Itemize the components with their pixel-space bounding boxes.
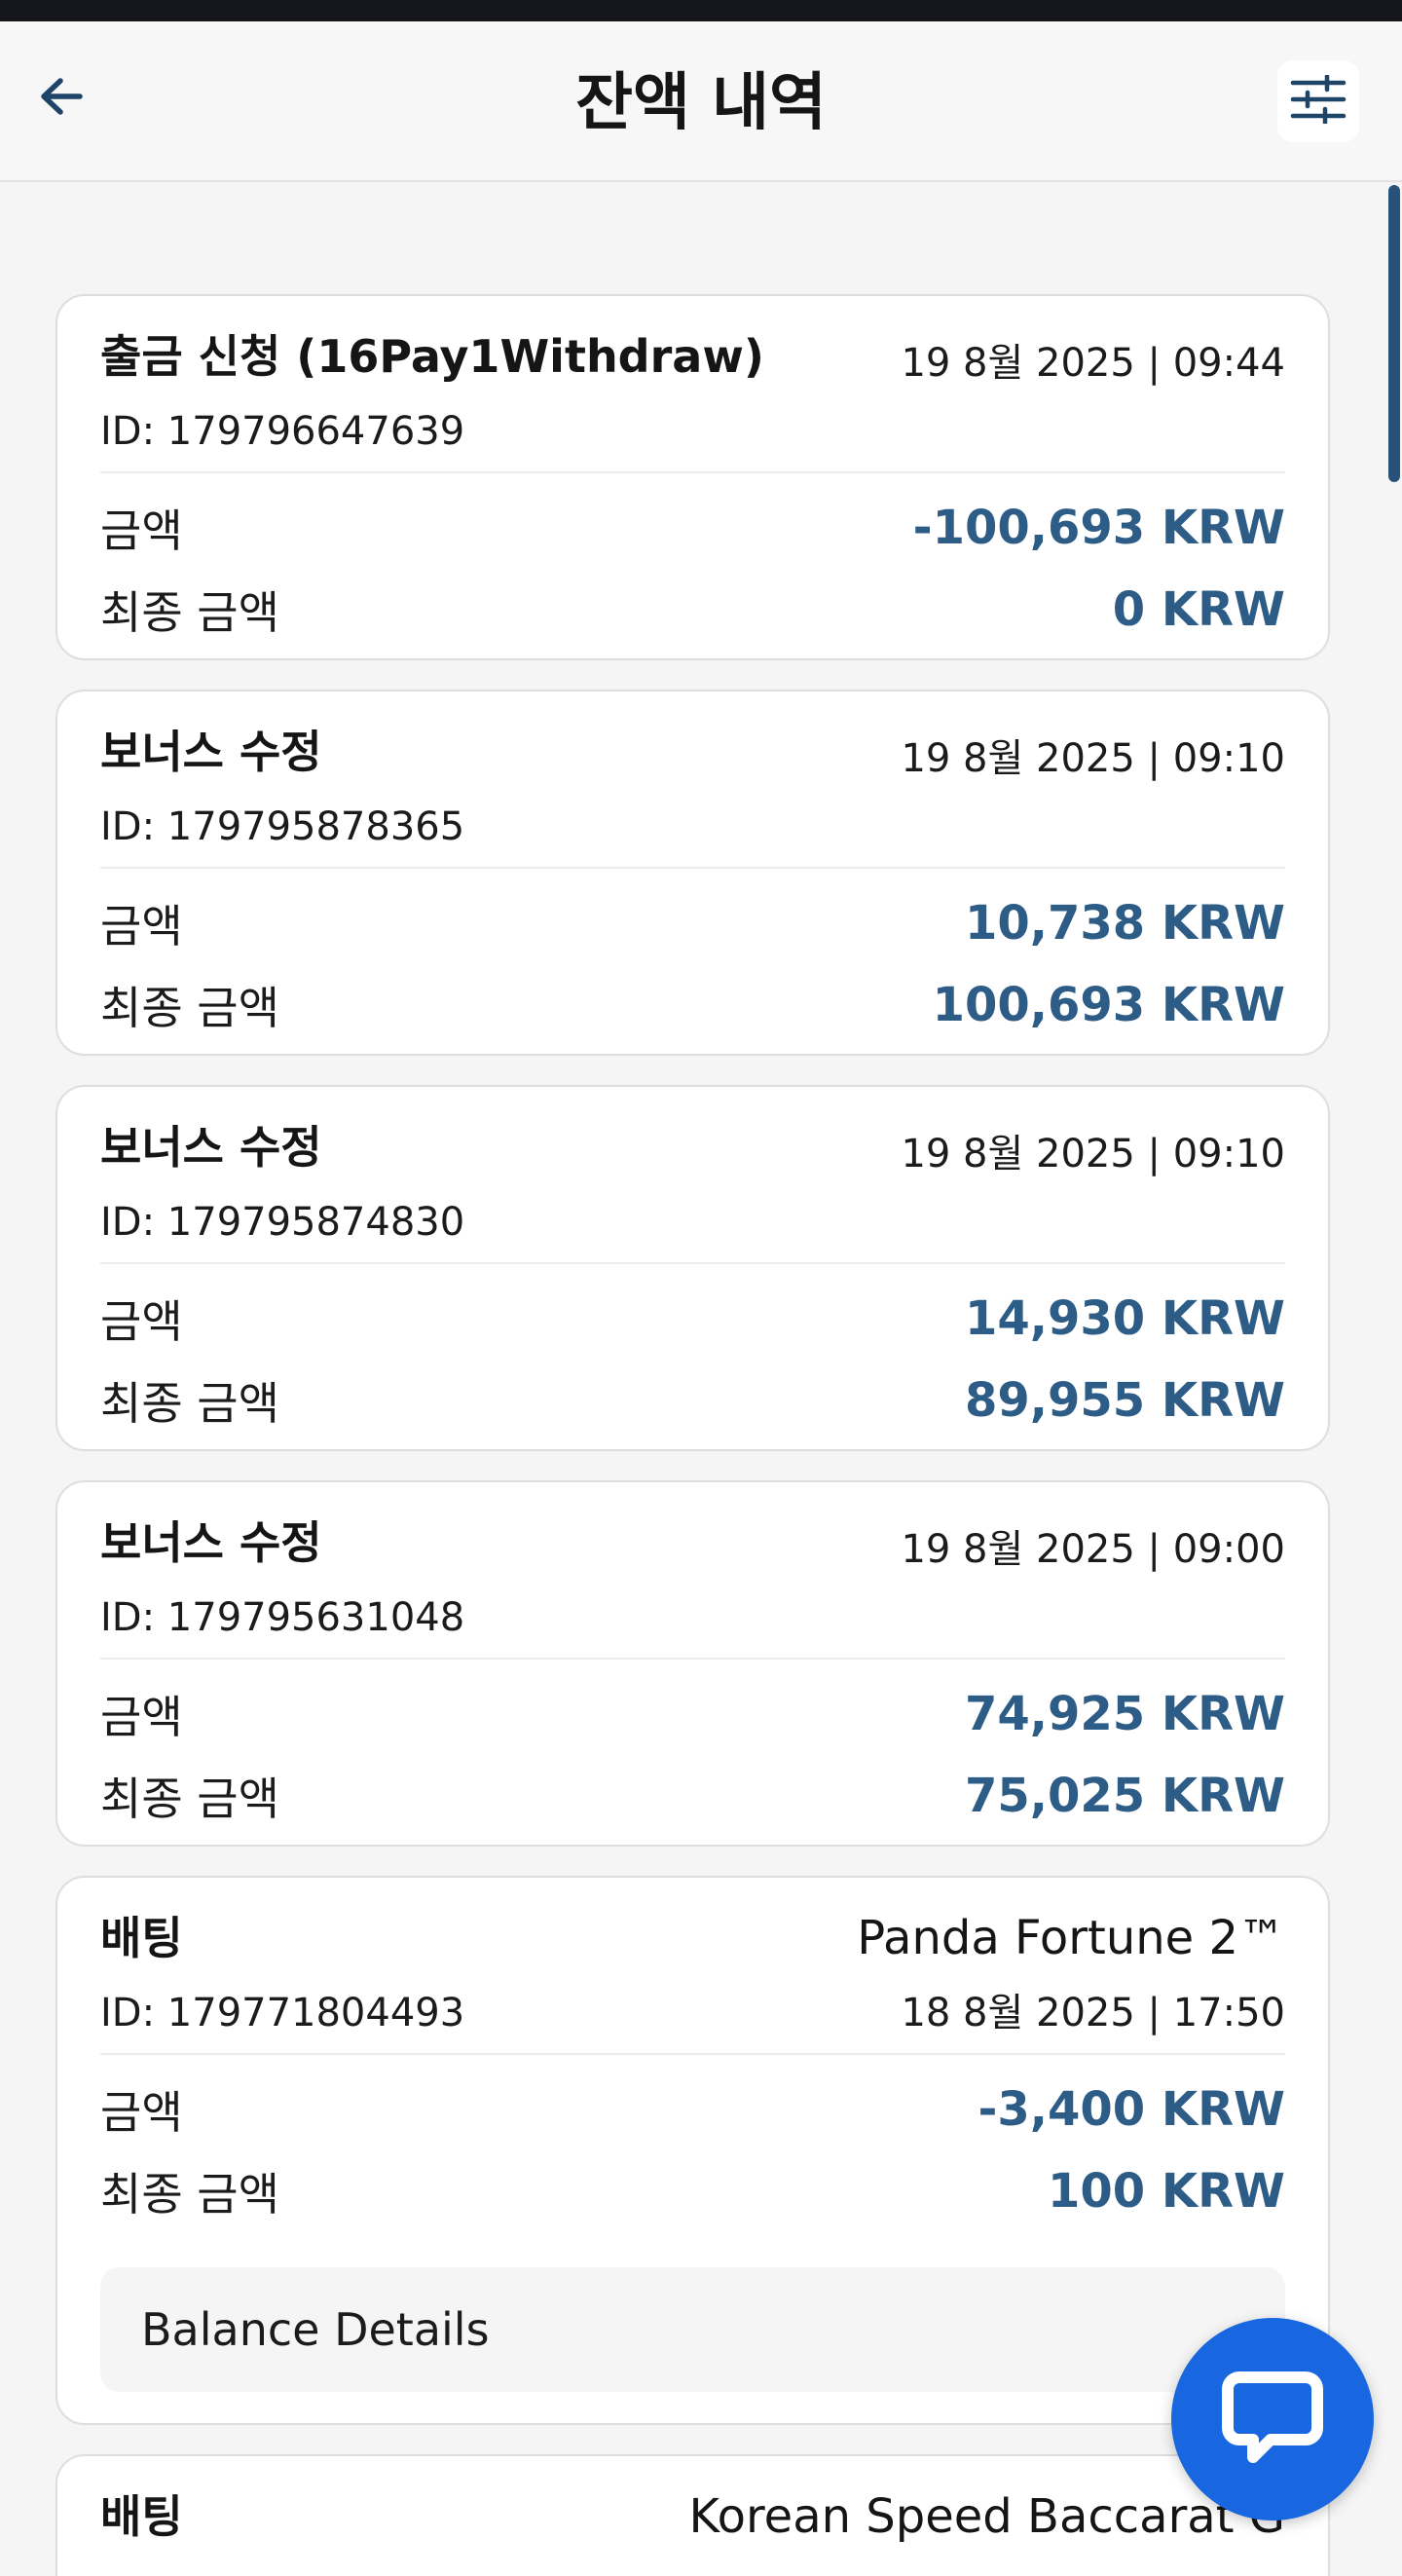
page-title: 잔액 내역 <box>575 67 827 139</box>
transaction-date: 18 8월 2025 | 17:50 <box>901 1991 1285 2035</box>
transaction-type: 출금 신청 (16Pay1Withdraw) <box>100 330 764 383</box>
transaction-card[interactable]: 배팅 Panda Fortune 2™ ID: 179771804493 18 … <box>55 1876 1330 2425</box>
transaction-id: ID: 179795874830 <box>100 1200 465 1245</box>
transaction-id: ID: 179795878365 <box>100 804 465 849</box>
transaction-id: ID: 179771804493 <box>100 1991 465 2035</box>
transaction-card[interactable]: 출금 신청 (16Pay1Withdraw) ID: 179796647639 … <box>55 294 1330 660</box>
amount-value: 10,738 KRW <box>964 896 1285 951</box>
amount-value: 74,925 KRW <box>964 1687 1285 1741</box>
transaction-date: 19 8월 2025 | 09:10 <box>901 736 1285 781</box>
game-name: Panda Fortune 2™ <box>857 1911 1285 1965</box>
amount-label: 금액 <box>100 504 183 557</box>
final-amount-value: 100,693 KRW <box>932 978 1285 1032</box>
transaction-type: 보너스 수정 <box>100 1516 322 1569</box>
transaction-card[interactable]: 보너스 수정 ID: 179795878365 19 8월 2025 | 09:… <box>55 690 1330 1056</box>
transaction-type: 보너스 수정 <box>100 726 322 778</box>
amount-label: 금액 <box>100 1295 183 1348</box>
game-name: Korean Speed Baccarat G <box>688 2489 1285 2544</box>
transaction-list: 출금 신청 (16Pay1Withdraw) ID: 179796647639 … <box>55 294 1330 2576</box>
transaction-card[interactable]: 보너스 수정 ID: 179795874830 19 8월 2025 | 09:… <box>55 1085 1330 1451</box>
sliders-icon <box>1290 73 1347 128</box>
balance-details-button[interactable]: Balance Details <box>100 2267 1285 2392</box>
scrollbar-track[interactable] <box>1383 182 1402 2576</box>
app-header: 잔액 내역 <box>0 21 1402 182</box>
balance-history-page: 잔액 내역 출금 신청 (16Pay1Withdraw) ID: 1797966… <box>0 0 1402 2576</box>
transaction-type: 배팅 <box>100 1912 183 1964</box>
transaction-id: ID: 179796647639 <box>100 409 465 454</box>
transaction-date: 19 8월 2025 | 09:44 <box>901 341 1285 386</box>
transaction-type: 배팅 <box>100 2490 183 2543</box>
filter-button[interactable] <box>1277 60 1359 142</box>
transaction-card[interactable]: 보너스 수정 ID: 179795631048 19 8월 2025 | 09:… <box>55 1480 1330 1847</box>
chat-bubble-icon <box>1222 2370 1323 2469</box>
transaction-date: 19 8월 2025 | 09:10 <box>901 1132 1285 1176</box>
amount-label: 금액 <box>100 900 183 952</box>
status-bar <box>0 0 1402 21</box>
final-amount-value: 75,025 KRW <box>964 1769 1285 1823</box>
transaction-card[interactable]: 배팅 Korean Speed Baccarat G <box>55 2454 1330 2576</box>
amount-label: 금액 <box>100 2086 183 2139</box>
chat-button[interactable] <box>1171 2318 1374 2520</box>
transaction-id: ID: 179795631048 <box>100 1595 465 1640</box>
amount-value: 14,930 KRW <box>964 1291 1285 1346</box>
final-amount-label: 최종 금액 <box>100 2168 279 2221</box>
final-amount-value: 100 KRW <box>1047 2164 1285 2219</box>
scrollbar-thumb[interactable] <box>1388 185 1400 482</box>
amount-value: -3,400 KRW <box>978 2082 1285 2137</box>
transaction-type: 보너스 수정 <box>100 1121 322 1174</box>
transaction-date: 19 8월 2025 | 09:00 <box>901 1527 1285 1572</box>
final-amount-label: 최종 금액 <box>100 1377 279 1430</box>
final-amount-label: 최종 금액 <box>100 982 279 1034</box>
final-amount-label: 최종 금액 <box>100 586 279 639</box>
amount-value: -100,693 KRW <box>912 501 1285 555</box>
final-amount-value: 89,955 KRW <box>964 1373 1285 1428</box>
final-amount-value: 0 KRW <box>1112 582 1285 637</box>
amount-label: 금액 <box>100 1691 183 1743</box>
final-amount-label: 최종 금액 <box>100 1773 279 1825</box>
